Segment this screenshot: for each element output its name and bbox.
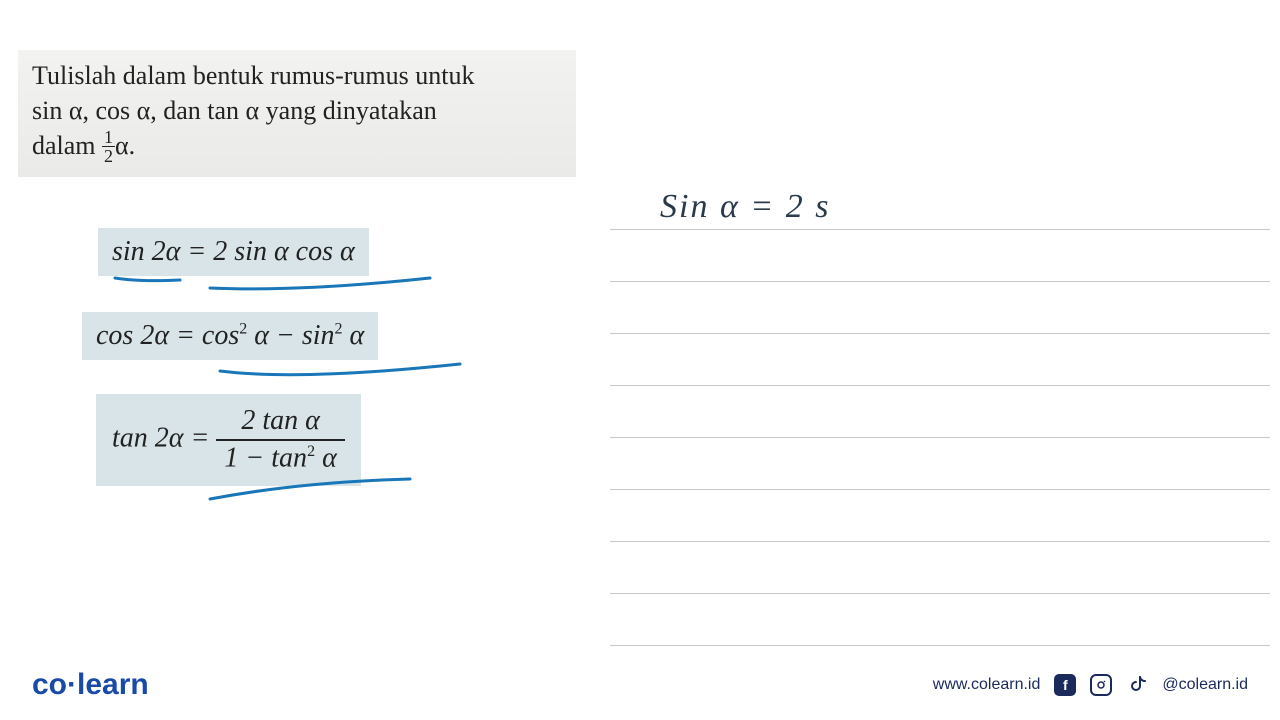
tan-fraction: 2 tan α 1 − tan2 α (216, 404, 344, 476)
notebook-line (610, 230, 1270, 282)
formula-tan: tan 2α = 2 tan α 1 − tan2 α (96, 394, 361, 486)
footer-url: www.colearn.id (933, 676, 1041, 694)
instagram-icon (1090, 674, 1112, 696)
logo: co·learn (32, 668, 149, 702)
question-line-1: Tulislah dalam bentuk rumus-rumus untuk (32, 58, 562, 93)
question-line-2: sin α, cos α, dan tan α yang dinyatakan (32, 93, 562, 128)
notebook-line (610, 542, 1270, 594)
question-line-3: dalam 12α. (32, 128, 562, 167)
footer-right: www.colearn.id f @colearn.id (933, 674, 1248, 696)
notebook-area (610, 178, 1270, 646)
notebook-line (610, 594, 1270, 646)
formula-cos: cos 2α = cos2 α − sin2 α (82, 312, 378, 360)
notebook-line (610, 386, 1270, 438)
footer: co·learn www.colearn.id f @colearn.id (0, 668, 1280, 702)
facebook-icon: f (1054, 674, 1076, 696)
formula-sin: sin 2α = 2 sin α cos α (98, 228, 369, 276)
question-box: Tulislah dalam bentuk rumus-rumus untuk … (18, 50, 576, 177)
handwritten-answer: Sin α = 2 s (660, 188, 830, 226)
notebook-line (610, 438, 1270, 490)
notebook-line (610, 334, 1270, 386)
footer-handle: @colearn.id (1162, 676, 1248, 694)
underline-stroke (200, 356, 480, 396)
fraction-half: 12 (102, 128, 115, 165)
logo-dot: · (67, 668, 77, 701)
tiktok-icon (1126, 674, 1148, 696)
notebook-line (610, 490, 1270, 542)
notebook-line (610, 282, 1270, 334)
